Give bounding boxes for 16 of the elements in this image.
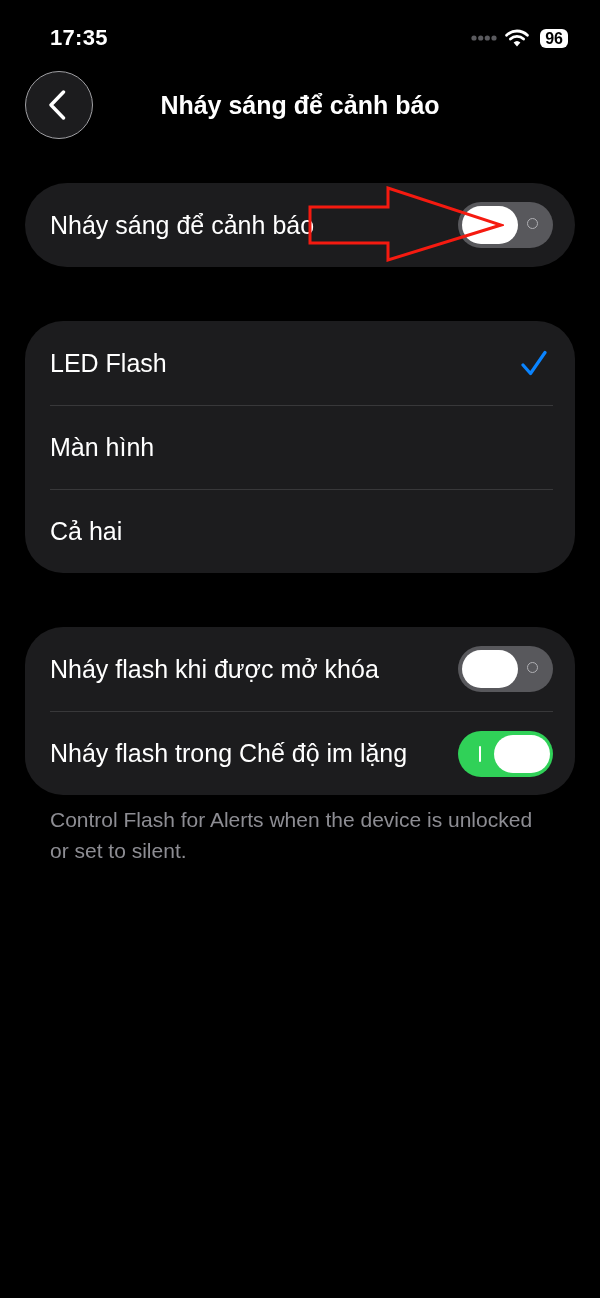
toggle-switch[interactable] [458,646,553,692]
status-time: 17:35 [50,25,108,51]
checkmark-icon [521,350,547,376]
flash-option[interactable]: Cả hai [50,489,553,573]
flash-option[interactable]: LED Flash [50,321,553,405]
footer-note: Control Flash for Alerts when the device is unlocked or set to silent. [49,807,534,864]
battery-indicator: 96 [540,28,568,48]
signal-icon [471,35,498,41]
toggle-switch[interactable] [458,730,553,777]
flash-option[interactable]: Màn hình [50,405,553,489]
toggle-label: Nháy flash trong Chế độ im lặng [50,739,408,768]
toggle-switch[interactable] [458,202,553,248]
chevron-left-icon [48,90,66,120]
wifi-icon [505,29,530,47]
toggle-label: Nháy flash khi được mở khóa [50,654,379,684]
page-title: Nháy sáng để cảnh báo [160,90,440,120]
